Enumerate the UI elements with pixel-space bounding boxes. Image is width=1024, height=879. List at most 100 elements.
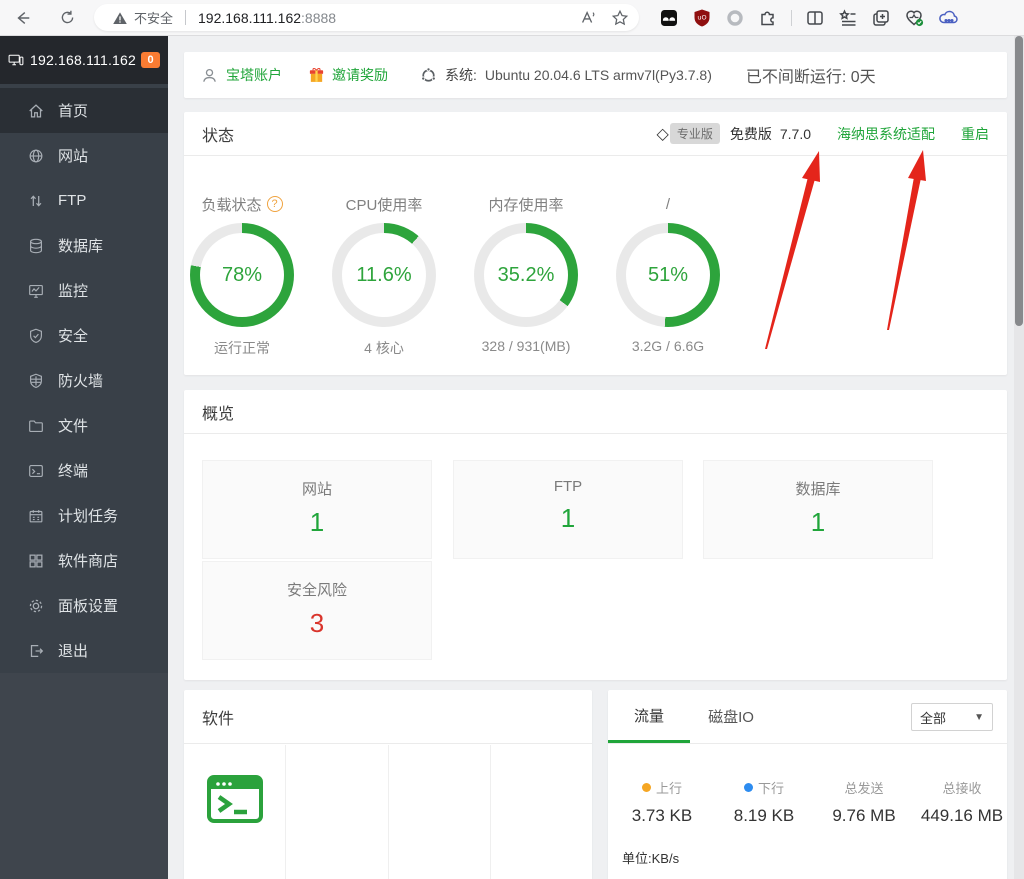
address-bar[interactable]: 不安全 192.168.111.162:8888 [94, 4, 639, 31]
split-screen-icon[interactable] [805, 8, 825, 28]
refresh-button[interactable] [52, 3, 82, 33]
favorite-star-icon[interactable] [611, 9, 629, 27]
status-card: 状态 ◇ 专业版 免费版 7.7.0 海纳思系统适配 重启 负载状态? 78% … [184, 112, 1007, 375]
stat-total-sent: 总发送 9.76 MB [812, 778, 916, 826]
app-root: 不安全 192.168.111.162:8888 uO 192.168.111.… [0, 0, 1024, 879]
tab-diskio[interactable]: 磁盘IO [690, 690, 772, 743]
puzzle-extension-icon[interactable] [758, 8, 778, 28]
gauge-cpu: CPU使用率 11.6% 4 核心 [326, 194, 442, 358]
chevron-down-icon: ▼ [974, 712, 984, 723]
sidebar-server-header[interactable]: 192.168.111.162 0 [0, 36, 168, 84]
overview-box-ftp[interactable]: FTP 1 [453, 460, 683, 559]
upstream-value: 3.73 KB [610, 806, 714, 826]
gauge-memory-ring: 35.2% [474, 223, 578, 327]
system-value: Ubuntu 20.04.6 LTS armv7l(Py3.7.8) [485, 67, 712, 83]
gauge-memory-title: 内存使用率 [488, 194, 563, 215]
total-sent-value: 9.76 MB [812, 806, 916, 826]
terminal-icon [27, 462, 45, 480]
version-label: 7.7.0 [780, 126, 811, 142]
invite-reward-link[interactable]: 邀请奖励 [308, 65, 388, 85]
browser-toolbar: 不安全 192.168.111.162:8888 uO [0, 0, 1024, 36]
not-secure-label[interactable]: 不安全 [134, 8, 173, 27]
software-cell-empty [286, 745, 388, 879]
extensions-area: uO [659, 8, 960, 28]
gauge-disk-title: / [666, 196, 670, 213]
refresh-icon [59, 9, 76, 26]
read-aloud-icon[interactable] [579, 9, 597, 27]
website-count: 1 [203, 507, 431, 538]
sidebar-item-appstore[interactable]: 软件商店 [0, 538, 168, 583]
system-info: 系统: Ubuntu 20.04.6 LTS armv7l(Py3.7.8) [420, 65, 712, 85]
sidebar-item-firewall[interactable]: 防火墙 [0, 358, 168, 403]
sidebar-item-terminal[interactable]: 终端 [0, 448, 168, 493]
database-count: 1 [704, 507, 932, 538]
scrollbar-thumb[interactable] [1015, 36, 1023, 326]
gauge-disk: / 51% 3.2G / 6.6G [610, 194, 726, 354]
topbar-card: 宝塔账户 邀请奖励 系统: Ubuntu 20.04.6 LTS armv7l(… [184, 52, 1007, 98]
stat-downstream: 下行 8.19 KB [712, 778, 816, 826]
loading-ring-extension-icon[interactable] [725, 8, 745, 28]
total-received-value: 449.16 MB [910, 806, 1014, 826]
ublock-extension-icon[interactable]: uO [692, 8, 712, 28]
url-port: :8888 [301, 10, 336, 26]
ssh-terminal-app-icon [207, 771, 263, 827]
gauge-memory-sub: 328 / 931(MB) [468, 338, 584, 354]
software-cell-ssh-terminal[interactable]: 宝塔SSH终端 1.0 ▶ [184, 745, 286, 879]
pill-divider [185, 10, 186, 25]
status-title: 状态 [202, 122, 234, 146]
traffic-filter-select[interactable]: 全部 ▼ [911, 703, 993, 731]
gauge-disk-ring: 51% [616, 223, 720, 327]
sidebar-item-logout[interactable]: 退出 [0, 628, 168, 673]
add-tab-copy-icon[interactable] [871, 8, 891, 28]
grid-icon [27, 552, 45, 570]
shield-check-icon [27, 327, 45, 345]
restart-link[interactable]: 重启 [961, 124, 989, 144]
sidebar-menu: 首页 网站 FTP 数据库 监控 安全 [0, 84, 168, 673]
sidebar-item-ftp[interactable]: FTP [0, 178, 168, 223]
server-monitor-icon [8, 50, 24, 70]
stat-total-received: 总接收 449.16 MB [910, 778, 1014, 826]
pro-version-badge[interactable]: 专业版 [670, 123, 720, 144]
transfer-arrows-icon [27, 192, 45, 210]
overview-box-database[interactable]: 数据库 1 [703, 460, 933, 559]
sidebar-item-monitor[interactable]: 监控 [0, 268, 168, 313]
page-scrollbar[interactable] [1014, 36, 1024, 879]
sidebar-item-website[interactable]: 网站 [0, 133, 168, 178]
back-arrow-icon [14, 9, 32, 27]
user-icon [200, 66, 219, 85]
downstream-value: 8.19 KB [712, 806, 816, 826]
overview-header: 概览 [184, 390, 1007, 434]
uptime-label: 已不间断运行: 0天 [746, 63, 876, 87]
overview-box-security-risk[interactable]: 安全风险 3 [202, 561, 432, 660]
globe-icon [27, 147, 45, 165]
home-icon [27, 102, 45, 120]
cloud-sync-icon[interactable] [938, 8, 960, 28]
gauge-cpu-ring: 11.6% [332, 223, 436, 327]
message-count-badge[interactable]: 0 [141, 52, 160, 68]
url-text[interactable]: 192.168.111.162:8888 [198, 10, 336, 26]
sidebar-item-home[interactable]: 首页 [0, 88, 168, 133]
ftp-count: 1 [454, 503, 682, 534]
help-icon[interactable]: ? [267, 196, 283, 212]
main-content: 宝塔账户 邀请奖励 系统: Ubuntu 20.04.6 LTS armv7l(… [168, 36, 1024, 879]
tab-traffic[interactable]: 流量 [608, 690, 690, 743]
browser-essentials-icon[interactable] [904, 8, 925, 28]
software-cell-empty [491, 745, 592, 879]
bt-account-link[interactable]: 宝塔账户 [200, 65, 282, 85]
overview-box-website[interactable]: 网站 1 [202, 460, 432, 559]
upstream-dot-icon [642, 783, 651, 792]
sidebar-item-cron[interactable]: 计划任务 [0, 493, 168, 538]
sidebar-item-database[interactable]: 数据库 [0, 223, 168, 268]
hinas-adapt-link[interactable]: 海纳思系统适配 [837, 124, 935, 144]
firewall-shield-icon [27, 372, 45, 390]
back-button[interactable] [8, 3, 38, 33]
stat-upstream: 上行 3.73 KB [610, 778, 714, 826]
sidebar-item-security[interactable]: 安全 [0, 313, 168, 358]
sidebar-item-settings[interactable]: 面板设置 [0, 583, 168, 628]
gift-icon [308, 66, 325, 84]
dark-reader-extension-icon[interactable] [659, 8, 679, 28]
svg-text:uO: uO [697, 13, 706, 21]
sidebar-item-files[interactable]: 文件 [0, 403, 168, 448]
collections-icon[interactable] [838, 8, 858, 28]
status-header: 状态 ◇ 专业版 免费版 7.7.0 海纳思系统适配 重启 [184, 112, 1007, 156]
